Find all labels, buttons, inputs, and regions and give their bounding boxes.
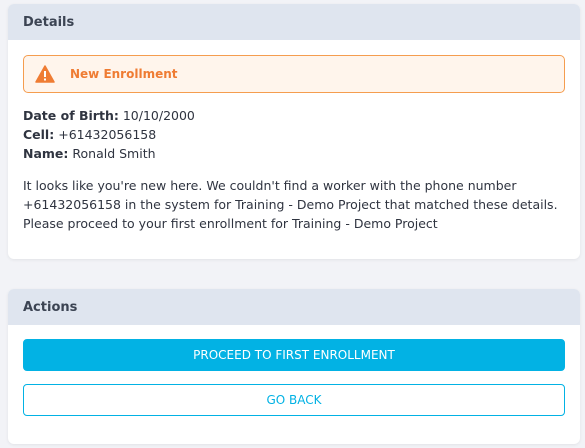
actions-card: Actions PROCEED TO FIRST ENROLLMENT GO B… — [8, 289, 580, 444]
dob-value: 10/10/2000 — [122, 108, 195, 123]
alert-title: New Enrollment — [70, 67, 178, 81]
cell-value: +61432056158 — [58, 127, 157, 142]
warning-triangle-icon — [35, 65, 55, 83]
dob-row: Date of Birth: 10/10/2000 — [23, 106, 195, 125]
name-label: Name: — [23, 146, 69, 161]
cell-row: Cell: +61432056158 — [23, 125, 195, 144]
new-enrollment-alert: New Enrollment — [23, 55, 565, 93]
details-card: Details New Enrollment Date of Birth: 10… — [8, 4, 580, 259]
new-worker-message: It looks like you're new here. We couldn… — [23, 178, 558, 231]
go-back-button[interactable]: GO BACK — [23, 384, 565, 416]
proceed-to-first-enrollment-button[interactable]: PROCEED TO FIRST ENROLLMENT — [23, 339, 565, 371]
actions-header: Actions — [8, 289, 580, 325]
name-value: Ronald Smith — [72, 146, 156, 161]
cell-label: Cell: — [23, 127, 55, 142]
details-header: Details — [8, 4, 580, 40]
name-row: Name: Ronald Smith — [23, 144, 195, 163]
worker-info: Date of Birth: 10/10/2000 Cell: +6143205… — [23, 106, 195, 163]
dob-label: Date of Birth: — [23, 108, 119, 123]
